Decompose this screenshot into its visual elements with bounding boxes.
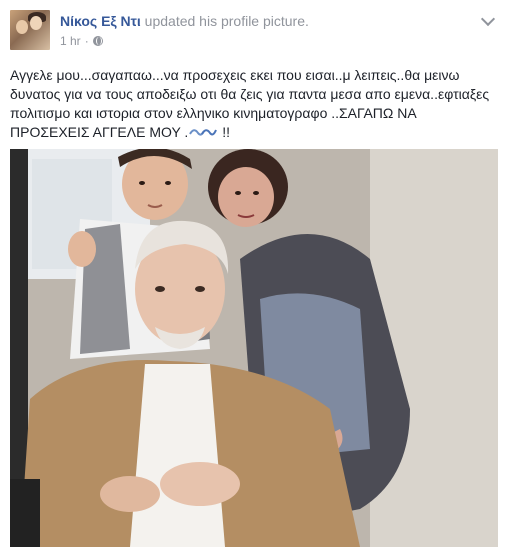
photo-illustration	[10, 149, 498, 547]
post-meta: 1 hr ·	[60, 33, 103, 49]
post-header: Νίκος Εξ Ντι updated his profile picture…	[60, 12, 309, 30]
post-body: Αγγελε μου...σαγαπαω...να προσεχεις εκει…	[10, 67, 490, 140]
wave-icon	[189, 129, 218, 136]
post-text: Αγγελε μου...σαγαπαω...να προσεχεις εκει…	[10, 66, 495, 142]
avatar[interactable]	[10, 10, 50, 50]
post-action: updated his profile picture.	[144, 13, 309, 29]
avatar-face	[30, 16, 42, 30]
post-timestamp[interactable]: 1 hr	[60, 33, 81, 49]
chevron-down-icon[interactable]	[480, 11, 496, 27]
profile-photo[interactable]	[10, 149, 498, 547]
globe-icon[interactable]	[92, 36, 103, 46]
author-name[interactable]: Νίκος Εξ Ντι	[60, 13, 141, 29]
post-text-end: !!	[222, 124, 230, 140]
facebook-post: Νίκος Εξ Ντι updated his profile picture…	[0, 0, 505, 559]
meta-separator: ·	[84, 34, 89, 48]
avatar-face	[16, 20, 28, 34]
